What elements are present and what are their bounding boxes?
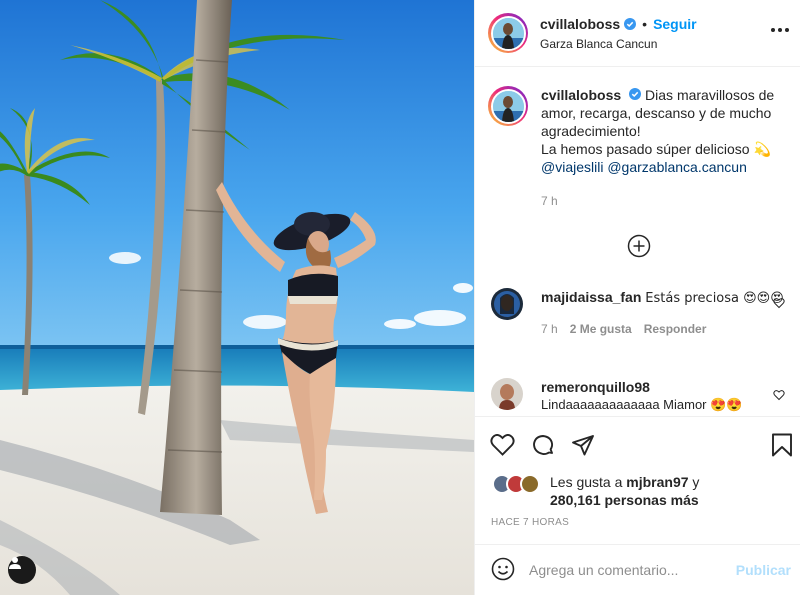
comment-bubble-icon[interactable] bbox=[531, 433, 555, 460]
comment-avatar[interactable] bbox=[491, 288, 523, 320]
more-options-icon[interactable] bbox=[771, 28, 789, 32]
emoji-smiley-icon[interactable] bbox=[491, 557, 515, 584]
caption-text-line2: La hemos pasado súper delicioso 💫 bbox=[541, 141, 771, 157]
comment-time[interactable]: 7 h bbox=[541, 320, 558, 338]
header-separator: • bbox=[642, 15, 648, 32]
comment-avatar-image bbox=[491, 378, 523, 410]
mention-link-viajeslili[interactable]: @viajeslili bbox=[541, 159, 603, 175]
user-tag-icon bbox=[9, 557, 21, 569]
post-location[interactable]: Garza Blanca Cancun bbox=[540, 37, 697, 51]
liker-username[interactable]: mjbran97 bbox=[626, 474, 688, 490]
author-username[interactable]: cvillaloboss bbox=[540, 16, 620, 32]
comment-input[interactable] bbox=[529, 562, 719, 578]
post-side-panel: cvillaloboss • Seguir Garza Blanca Cancu… bbox=[474, 0, 800, 595]
comment-item: remeronquillo98 Lindaaaaaaaaaaaaa Miamor… bbox=[491, 378, 791, 414]
comment-avatar[interactable] bbox=[491, 378, 523, 410]
reply-button[interactable]: Responder bbox=[644, 320, 707, 338]
comment-text: Lindaaaaaaaaaaaaa Miamor 😍😍 bbox=[541, 397, 743, 412]
beach-photo-illustration bbox=[0, 0, 474, 595]
post-caption: cvillaloboss Dias maravillosos de amor, … bbox=[488, 86, 788, 210]
liker-avatars[interactable] bbox=[492, 474, 546, 494]
mention-link-garzablanca[interactable]: @garzablanca.cancun bbox=[607, 159, 747, 175]
caption-avatar-image bbox=[492, 90, 524, 122]
author-avatar[interactable] bbox=[488, 13, 528, 53]
comment-username[interactable]: majidaissa_fan bbox=[541, 289, 641, 305]
likes-joiner: y bbox=[692, 474, 700, 490]
like-heart-icon[interactable] bbox=[490, 433, 515, 460]
caption-avatar[interactable] bbox=[488, 86, 528, 126]
comment-avatar-image bbox=[491, 288, 523, 320]
post-photo[interactable] bbox=[0, 0, 474, 595]
likes-prefix: Les gusta a bbox=[550, 474, 623, 490]
post-header: cvillaloboss • Seguir Garza Blanca Cancu… bbox=[475, 0, 800, 67]
follow-button[interactable]: Seguir bbox=[653, 16, 697, 32]
caption-time[interactable]: 7 h bbox=[541, 192, 788, 210]
user-tag-button[interactable] bbox=[8, 556, 36, 584]
comment-likes-count[interactable]: 2 Me gusta bbox=[570, 320, 632, 338]
caption-username[interactable]: cvillaloboss bbox=[541, 87, 621, 103]
likes-summary: Les gusta a mjbran97 y 280,161 personas … bbox=[492, 473, 699, 509]
likes-count-link[interactable]: 280,161 personas más bbox=[550, 492, 699, 508]
plus-circle-icon[interactable] bbox=[627, 234, 651, 258]
save-bookmark-icon[interactable] bbox=[771, 433, 793, 460]
comment-item: majidaissa_fan Estás preciosa 😍😍😍 7 h 2 … bbox=[491, 288, 791, 338]
verified-badge-icon bbox=[624, 17, 637, 30]
liker-avatar bbox=[520, 474, 540, 494]
share-send-icon[interactable] bbox=[571, 433, 595, 460]
post-timestamp[interactable]: HACE 7 HORAS bbox=[491, 517, 569, 528]
comment-like-heart-icon[interactable] bbox=[773, 388, 785, 404]
author-avatar-image bbox=[492, 17, 524, 49]
verified-badge-icon bbox=[629, 88, 642, 100]
comment-username[interactable]: remeronquillo98 bbox=[541, 378, 743, 396]
post-actions: Les gusta a mjbran97 y 280,161 personas … bbox=[475, 416, 800, 594]
comment-text: Estás preciosa 😍😍😍 bbox=[645, 291, 784, 306]
publish-button[interactable]: Publicar bbox=[736, 562, 791, 578]
add-comment-bar: Publicar bbox=[475, 544, 800, 595]
comment-like-heart-icon[interactable] bbox=[773, 296, 785, 312]
instagram-post: cvillaloboss • Seguir Garza Blanca Cancu… bbox=[0, 0, 800, 595]
